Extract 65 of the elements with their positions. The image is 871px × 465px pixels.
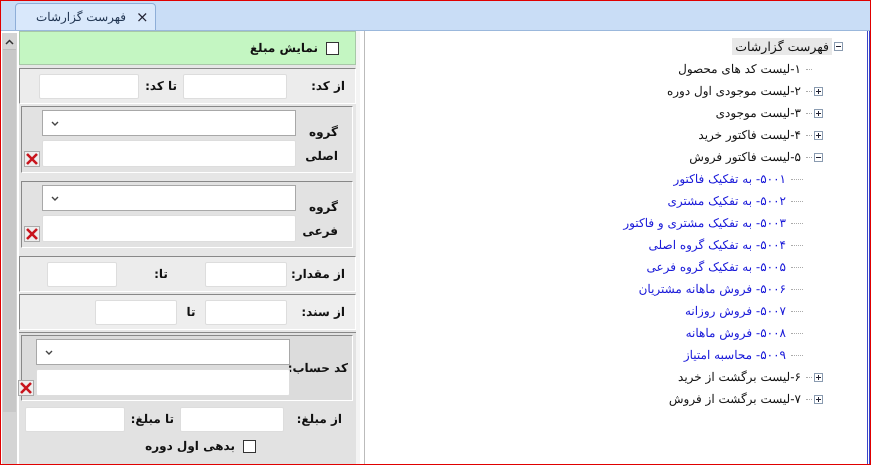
expand-icon[interactable] xyxy=(814,394,823,404)
scroll-up-icon[interactable] xyxy=(5,39,14,45)
tree-item[interactable]: ۵۰۰۱- به تفکیک فاکتور xyxy=(670,171,789,187)
collapse-icon[interactable] xyxy=(814,152,823,162)
input-field[interactable] xyxy=(205,262,287,286)
field-label: از مبلغ: xyxy=(296,412,342,426)
field-label: از مقدار: xyxy=(290,267,345,281)
scrollbar[interactable] xyxy=(2,33,17,464)
dropdown-field[interactable] xyxy=(42,110,296,136)
field-label: تا مبلغ: xyxy=(130,412,175,426)
tree-item[interactable]: ۵۰۰۷- فروش روزانه xyxy=(682,303,789,319)
input-field[interactable] xyxy=(205,300,287,324)
report-list-tab[interactable]: فهرست گزارشات × xyxy=(15,3,156,30)
input-field[interactable] xyxy=(180,406,284,432)
dropdown-field[interactable] xyxy=(42,185,296,211)
expand-icon[interactable] xyxy=(814,86,823,96)
checkbox-label: نمایش مبلغ xyxy=(250,41,318,55)
expand-icon[interactable] xyxy=(814,108,823,118)
input-field[interactable] xyxy=(47,262,117,286)
tree-item[interactable]: ۵۰۰۴- به تفکیک گروه اصلی xyxy=(646,237,789,253)
tree-item[interactable]: ۵۰۰۵- به تفکیک گروه فرعی xyxy=(644,259,789,275)
input-field[interactable] xyxy=(42,140,296,167)
chevron-icon xyxy=(51,196,59,200)
tree-item[interactable]: ۱-لیست کد های محصول xyxy=(675,61,804,77)
field-label: تا کد: xyxy=(144,79,178,93)
tree-item[interactable]: فهرست گزارشات xyxy=(732,38,832,54)
checkbox[interactable] xyxy=(326,42,339,54)
group-label: گروه فرعی xyxy=(301,199,339,240)
tree-item[interactable]: ۶-لیست برگشت از خرید xyxy=(675,369,804,385)
tree-item[interactable]: ۵۰۰۶- فروش ماهانه مشتریان xyxy=(636,281,789,297)
input-field[interactable] xyxy=(39,74,140,98)
field-label: از کد: xyxy=(310,79,345,93)
tree-item[interactable]: ۴-لیست فاکتور خرید xyxy=(695,127,804,143)
tree-item[interactable]: ۵۰۰۸- فروش ماهانه xyxy=(682,325,789,341)
clear-button[interactable] xyxy=(18,380,34,396)
group-label: گروه اصلی xyxy=(304,124,339,165)
tree-item[interactable]: ۵-لیست فاکتور فروش xyxy=(686,149,804,165)
tree-item[interactable]: ۷-لیست برگشت از فروش xyxy=(666,391,804,407)
field-label: از سند: xyxy=(300,305,345,319)
close-button[interactable]: × xyxy=(136,8,149,26)
field-label: تا: xyxy=(153,267,169,281)
tree-item[interactable]: ۵۰۰۳- به تفکیک مشتری و فاکتور xyxy=(620,215,789,231)
input-field[interactable] xyxy=(36,369,290,396)
chevron-icon xyxy=(45,350,53,354)
tree-item[interactable]: ۲-لیست موجودی اول دوره xyxy=(664,83,804,99)
input-field[interactable] xyxy=(183,74,287,98)
chevron-icon xyxy=(51,120,59,126)
collapse-icon[interactable] xyxy=(834,42,843,50)
input-field[interactable] xyxy=(42,215,296,242)
expand-icon[interactable] xyxy=(814,130,823,140)
checkbox[interactable] xyxy=(243,440,256,452)
input-field[interactable] xyxy=(24,406,125,432)
expand-icon[interactable] xyxy=(814,372,823,382)
dropdown-field[interactable] xyxy=(36,339,290,365)
tree-item[interactable]: ۳-لیست موجودی xyxy=(712,105,804,121)
clear-button[interactable] xyxy=(24,226,40,242)
checkbox-label: بدهی اول دوره xyxy=(145,439,235,453)
input-field[interactable] xyxy=(95,300,177,324)
field-label: تا xyxy=(185,305,196,319)
tree-item[interactable]: ۵۰۰۹- محاسبه امتیاز xyxy=(680,347,789,363)
clear-button[interactable] xyxy=(24,151,40,167)
tree-item[interactable]: ۵۰۰۲- به تفکیک مشتری xyxy=(664,193,789,209)
field-label: کد حساب: xyxy=(290,360,349,374)
scroll-thumb[interactable] xyxy=(3,49,16,412)
tab-title: فهرست گزارشات xyxy=(36,10,126,24)
